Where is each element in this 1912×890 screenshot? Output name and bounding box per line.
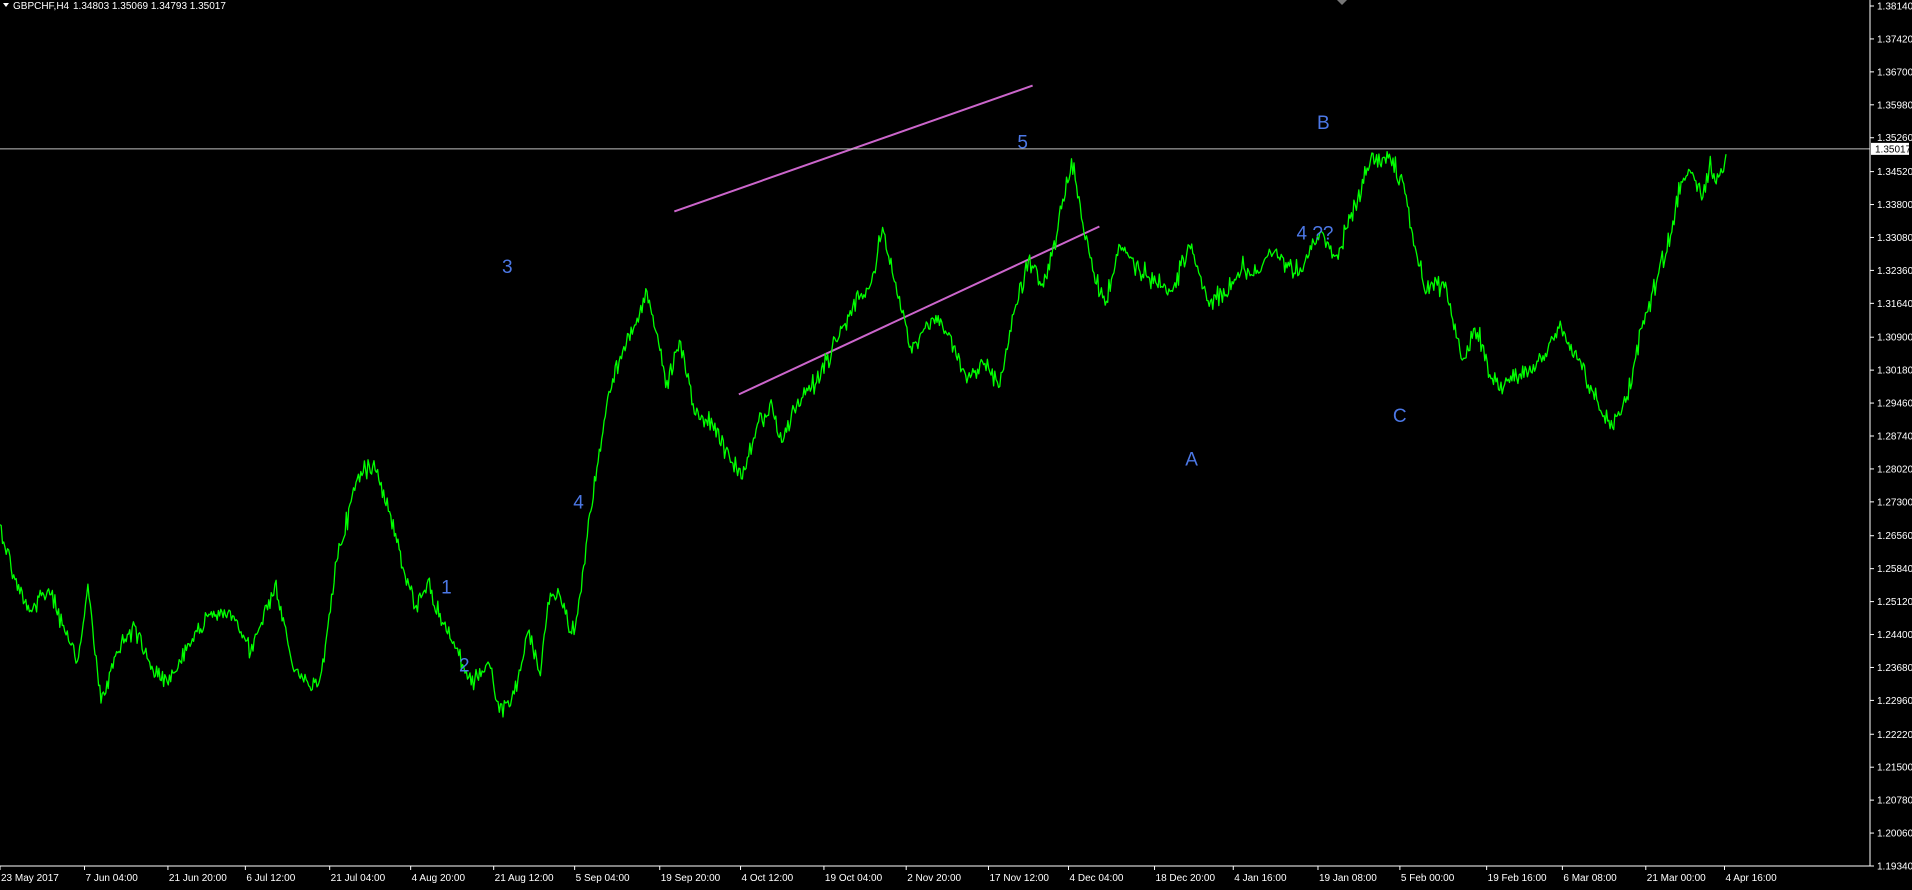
price-tick-label: 1.22220	[1877, 730, 1912, 741]
price-tick-label: 1.19340	[1877, 862, 1912, 873]
time-tick-label: 23 May 2017	[1, 873, 59, 884]
price-chart[interactable]: 1 2 3 4 5 A B 4 ?? C 1.38140 1.37420 1.36700 1.3598…	[0, 0, 1912, 890]
price-tick-label: 1.32360	[1877, 266, 1912, 277]
time-tick-label: 4 Jan 16:00	[1234, 873, 1287, 884]
time-tick-label: 19 Oct 04:00	[825, 873, 883, 884]
price-tick-label: 1.25120	[1877, 597, 1912, 608]
wave-label: 5	[1017, 133, 1028, 154]
price-tick-label: 1.30180	[1877, 366, 1912, 377]
time-tick-label: 2 Nov 20:00	[907, 873, 961, 884]
price-tick-label: 1.33800	[1877, 200, 1912, 211]
price-tick-label: 1.20780	[1877, 796, 1912, 807]
price-tick-label: 1.30900	[1877, 333, 1912, 344]
time-tick-label: 21 Aug 12:00	[495, 873, 554, 884]
time-tick-label: 21 Jul 04:00	[331, 873, 386, 884]
wave-label: A	[1185, 449, 1198, 470]
price-tick-label: 1.35260	[1877, 133, 1912, 144]
time-tick-label: 7 Jun 04:00	[86, 873, 139, 884]
wave-label: 4	[573, 493, 584, 514]
price-tick-label: 1.21500	[1877, 763, 1912, 774]
time-tick-label: 4 Oct 12:00	[742, 873, 794, 884]
time-tick-label: 5 Feb 00:00	[1401, 873, 1455, 884]
price-tick-label: 1.35980	[1877, 100, 1912, 111]
time-tick-label: 21 Mar 00:00	[1647, 873, 1706, 884]
wave-label: 1	[441, 577, 452, 598]
price-tick-label: 1.29460	[1877, 399, 1912, 410]
wave-label: 4 ??	[1296, 223, 1333, 244]
price-tick-label: 1.37420	[1877, 34, 1912, 45]
chart-background	[0, 0, 1912, 890]
price-tick-label: 1.31640	[1877, 299, 1912, 310]
time-tick-label: 6 Jul 12:00	[246, 873, 295, 884]
current-price-box: 1.35017	[1871, 142, 1912, 155]
price-tick-label: 1.23680	[1877, 663, 1912, 674]
price-tick-label: 1.25840	[1877, 564, 1912, 575]
current-price-label: 1.35017	[1875, 144, 1912, 155]
price-tick-label: 1.34520	[1877, 167, 1912, 178]
time-tick-label: 17 Nov 12:00	[989, 873, 1049, 884]
time-tick-label: 4 Apr 16:00	[1726, 873, 1778, 884]
wave-label: 2	[459, 656, 470, 677]
price-tick-label: 1.28020	[1877, 464, 1912, 475]
time-tick-label: 6 Mar 08:00	[1563, 873, 1617, 884]
price-tick-label: 1.26560	[1877, 531, 1912, 542]
time-tick-label: 18 Dec 20:00	[1156, 873, 1216, 884]
price-tick-label: 1.22960	[1877, 696, 1912, 707]
wave-label: 3	[502, 257, 513, 278]
price-tick-label: 1.20060	[1877, 829, 1912, 840]
time-tick-label: 5 Sep 04:00	[576, 873, 630, 884]
price-tick-label: 1.27300	[1877, 497, 1912, 508]
wave-label: C	[1393, 406, 1407, 427]
time-tick-label: 19 Feb 16:00	[1488, 873, 1547, 884]
price-tick-label: 1.33080	[1877, 233, 1912, 244]
time-tick-label: 19 Jan 08:00	[1319, 873, 1377, 884]
time-tick-label: 21 Jun 20:00	[169, 873, 227, 884]
time-tick-label: 4 Aug 20:00	[412, 873, 466, 884]
wave-label: B	[1317, 113, 1330, 134]
time-tick-label: 19 Sep 20:00	[661, 873, 721, 884]
chart-header: GBPCHF,H4 1.34803 1.35069 1.34793 1.3501…	[3, 1, 226, 12]
price-tick-label: 1.36700	[1877, 67, 1912, 78]
symbol-label: GBPCHF,H4	[13, 1, 70, 12]
ohlc-label: 1.34803 1.35069 1.34793 1.35017	[73, 1, 226, 12]
price-tick-label: 1.38140	[1877, 2, 1912, 13]
time-tick-label: 4 Dec 04:00	[1070, 873, 1124, 884]
price-tick-label: 1.24400	[1877, 630, 1912, 641]
price-tick-label: 1.28740	[1877, 432, 1912, 443]
